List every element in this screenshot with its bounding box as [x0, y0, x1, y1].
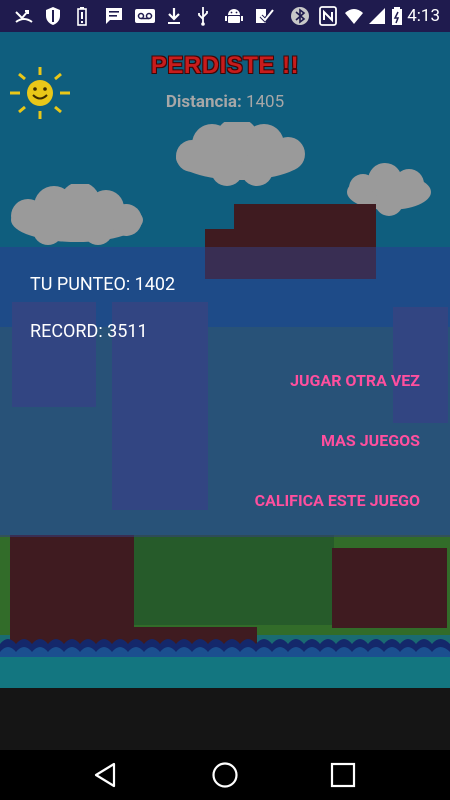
- water: [0, 657, 450, 688]
- score-text: TU PUNTEO: 1402: [30, 274, 176, 295]
- home-button[interactable]: [195, 750, 255, 800]
- distance-value: 1405: [245, 92, 285, 112]
- cloud-3: [11, 184, 143, 245]
- more-games-button[interactable]: MAS JUEGOS: [321, 431, 420, 450]
- cloud-1: [176, 122, 305, 186]
- block-bottom-right: [332, 548, 447, 628]
- recents-icon: [330, 762, 356, 788]
- back-icon: [94, 762, 116, 788]
- bluetooth-icon: [291, 7, 309, 25]
- record-text: RECORD: 3511: [30, 321, 148, 342]
- home-icon: [212, 762, 238, 788]
- platform-green: [134, 535, 334, 625]
- rate-game-button[interactable]: CALIFICA ESTE JUEGO: [255, 491, 420, 510]
- voicemail-icon: [135, 9, 155, 23]
- nfc-icon: [319, 6, 337, 26]
- usb-icon: [198, 7, 208, 26]
- missed-call-icon: [15, 10, 33, 23]
- back-button[interactable]: [75, 750, 135, 800]
- play-again-button[interactable]: JUGAR OTRA VEZ: [290, 371, 420, 390]
- waves: [0, 639, 450, 662]
- battery-alert-icon: [77, 7, 87, 26]
- download-icon: [168, 8, 180, 24]
- navigation-bar: [0, 750, 450, 800]
- status-bar: 4:13: [0, 0, 450, 32]
- game-canvas[interactable]: PERDISTE !! Distancia: 1405 TU PUNTEO: 1…: [0, 32, 450, 688]
- battery-icon: [392, 7, 402, 25]
- check-icon: [256, 8, 274, 23]
- distance-label: Distancia:: [165, 92, 242, 112]
- bottom-gap: [0, 688, 450, 750]
- android-icon: [225, 9, 243, 23]
- shield-icon: [46, 7, 60, 25]
- signal-icon: [369, 8, 385, 24]
- recents-button[interactable]: [313, 750, 373, 800]
- status-time: 4:13: [407, 6, 440, 26]
- message-icon: [106, 8, 122, 24]
- distance-display: Distancia: 1405: [0, 92, 450, 112]
- wifi-icon: [345, 9, 363, 24]
- game-over-title: PERDISTE !!: [150, 52, 300, 79]
